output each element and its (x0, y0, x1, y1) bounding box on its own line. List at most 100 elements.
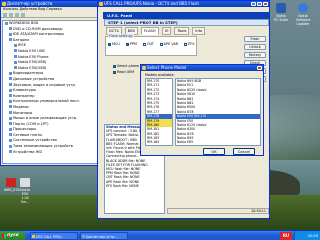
tree-item-label: Тома запоминающих устройств (13, 144, 73, 149)
properties-icon[interactable] (15, 13, 19, 17)
tree-item-label: Дисковые устройства (13, 76, 55, 81)
checkbox[interactable] (125, 42, 129, 46)
clock[interactable]: 20:50 (308, 234, 318, 238)
checkbox[interactable] (159, 42, 163, 46)
flash-option[interactable]: APE VAR (159, 42, 178, 46)
tree-item-label: Системные устройства (13, 138, 57, 143)
desktop-icon-nms[interactable]: NMS_E50 (4, 178, 20, 192)
dialog-titlebar[interactable]: Select Phone Model (141, 65, 263, 71)
cancel-button[interactable]: Cancel (233, 148, 255, 155)
checkbox[interactable] (108, 42, 111, 46)
option-label: EFS (188, 42, 195, 46)
phone-options: Select phone Read UEM (113, 64, 139, 76)
tree-item-label: Nokia E50 Phone (18, 54, 49, 59)
device-icon (9, 71, 12, 75)
device-icon (9, 27, 12, 31)
model-code-list[interactable]: RM-170 RM-171 RM-172 RM-173 RM-174 RM-175 RM-1… (145, 78, 173, 146)
tree-item-label: Nokia E50(USB) (18, 65, 47, 70)
tab-info[interactable]: Info (192, 27, 206, 35)
language-badge[interactable]: RU (280, 232, 292, 240)
side-button-unlock[interactable]: Unlock (244, 44, 266, 50)
minimize-button[interactable] (251, 2, 256, 6)
option-label: CNT (146, 42, 154, 46)
device-icon (9, 122, 12, 126)
device-icon (9, 94, 12, 98)
device-icon (14, 43, 17, 47)
ufs-titlebar[interactable]: UFS CALL PRO/UFS Nokia - DCT4 and BB5 Fl… (98, 1, 269, 7)
device-icon (9, 105, 12, 109)
phone-options-panel: Select phone Read UEM (105, 58, 139, 108)
model-list-item[interactable]: RM-184 (146, 140, 172, 144)
ufs-panel-header: U.F.S. Panel (103, 12, 270, 19)
close-button[interactable] (257, 66, 262, 70)
phone-option[interactable]: Select phone (113, 64, 139, 68)
ufs-status-bar: 20:50:11 (167, 208, 269, 214)
device-icon (9, 38, 12, 42)
checkbox[interactable] (113, 70, 116, 74)
option-label: Read UEM (117, 70, 135, 74)
flash-settings-label: Flash settings (108, 34, 134, 38)
model-name-list[interactable]: Nokia N95 8GB Nokia E51 Nokia 6220 classic… (175, 78, 261, 146)
desktop-icon-e50[interactable]: Nokia E50 1.04 Sm... (18, 178, 32, 204)
shortcut-label: Nokia Software Updater (296, 14, 311, 26)
device-icon (9, 138, 12, 142)
tree-item-label: Мониторы (13, 110, 33, 115)
flash-option[interactable]: CNT (142, 42, 154, 46)
taskbar-item-devmgr[interactable]: Диспетчер устр... (80, 232, 128, 240)
refresh-icon[interactable] (21, 13, 25, 17)
close-button[interactable] (263, 2, 268, 6)
flash-settings-panel: Flash settings MCU PPM CNT APE VAR EFS (105, 34, 197, 56)
taskbar: пуск UFS CALL PRO/... Диспетчер устр... … (0, 230, 320, 240)
ufs-app-icon (99, 2, 103, 6)
checkbox[interactable] (113, 64, 116, 68)
devmgr-icon (82, 235, 85, 238)
folder-icon (6, 178, 16, 187)
ufs-step-banner: STEP 1 (select PRO7 BB in STEP) (104, 19, 269, 26)
tree-item-label: Устройства HID (13, 149, 43, 154)
tree-item-label: Звуковые, видео и игровые устр. (13, 82, 76, 87)
ok-button[interactable]: OK (203, 148, 225, 155)
tab-flash[interactable]: FLASH (140, 27, 159, 35)
window-controls (251, 2, 268, 6)
tree-item-label: Клавиатуры (13, 88, 37, 93)
nokia-pc-suite-shortcut[interactable]: Nokia PC Suite (274, 3, 288, 22)
side-button-flash[interactable]: Flash (244, 36, 266, 42)
tab-tools[interactable]: Tools (174, 27, 190, 35)
device-icon (9, 133, 12, 137)
forward-icon[interactable] (9, 13, 13, 17)
flash-option[interactable]: MCU (108, 42, 120, 46)
models-legend: Models available: (145, 73, 175, 77)
device-icon (14, 55, 17, 59)
update-icon (298, 3, 308, 13)
maximize-button[interactable] (257, 2, 262, 6)
option-label: MCU (112, 42, 120, 46)
nokia-updater-shortcut[interactable]: Nokia Software Updater (296, 3, 311, 26)
back-icon[interactable] (3, 13, 7, 17)
side-button-factory[interactable]: Factory (244, 52, 266, 58)
checkbox[interactable] (184, 42, 188, 46)
shortcut-label: Nokia PC Suite (274, 14, 288, 22)
tab-io[interactable]: IO (161, 27, 172, 35)
status-line: EFS flash file: NONE (106, 183, 139, 188)
option-label: Select phone (117, 64, 140, 68)
tree-item-label: Мыши и иные указывающие устр. (13, 116, 78, 121)
device-icon (9, 88, 12, 92)
flash-option[interactable]: EFS (184, 42, 194, 46)
flash-options: MCU PPM CNT APE VAR EFS (108, 42, 196, 46)
device-icon (9, 99, 12, 103)
window-title: UFS CALL PRO/UFS Nokia - DCT4 and BB5 Fl… (104, 1, 199, 6)
device-icon (14, 66, 17, 70)
taskbar-item-ufs[interactable]: UFS CALL PRO/... (30, 232, 78, 240)
device-manager-icon (2, 2, 6, 6)
tree-item-label: Контроллеры универсальной посл. (13, 99, 80, 104)
tree-item-label: Батареи (13, 37, 29, 42)
device-icon (9, 111, 12, 114)
flash-option[interactable]: PPM (125, 42, 137, 46)
status-time: 20:50:11 (251, 209, 266, 213)
model-list-item[interactable]: Nokia E65 (176, 140, 260, 144)
checkbox[interactable] (142, 42, 146, 46)
desktop-icon-label: Nokia E50 1.04 Sm... (20, 188, 30, 204)
tree-item-label: Nokia E50(USB) (18, 60, 47, 65)
phone-option[interactable]: Read UEM (113, 70, 139, 74)
start-button[interactable]: пуск (0, 231, 26, 240)
